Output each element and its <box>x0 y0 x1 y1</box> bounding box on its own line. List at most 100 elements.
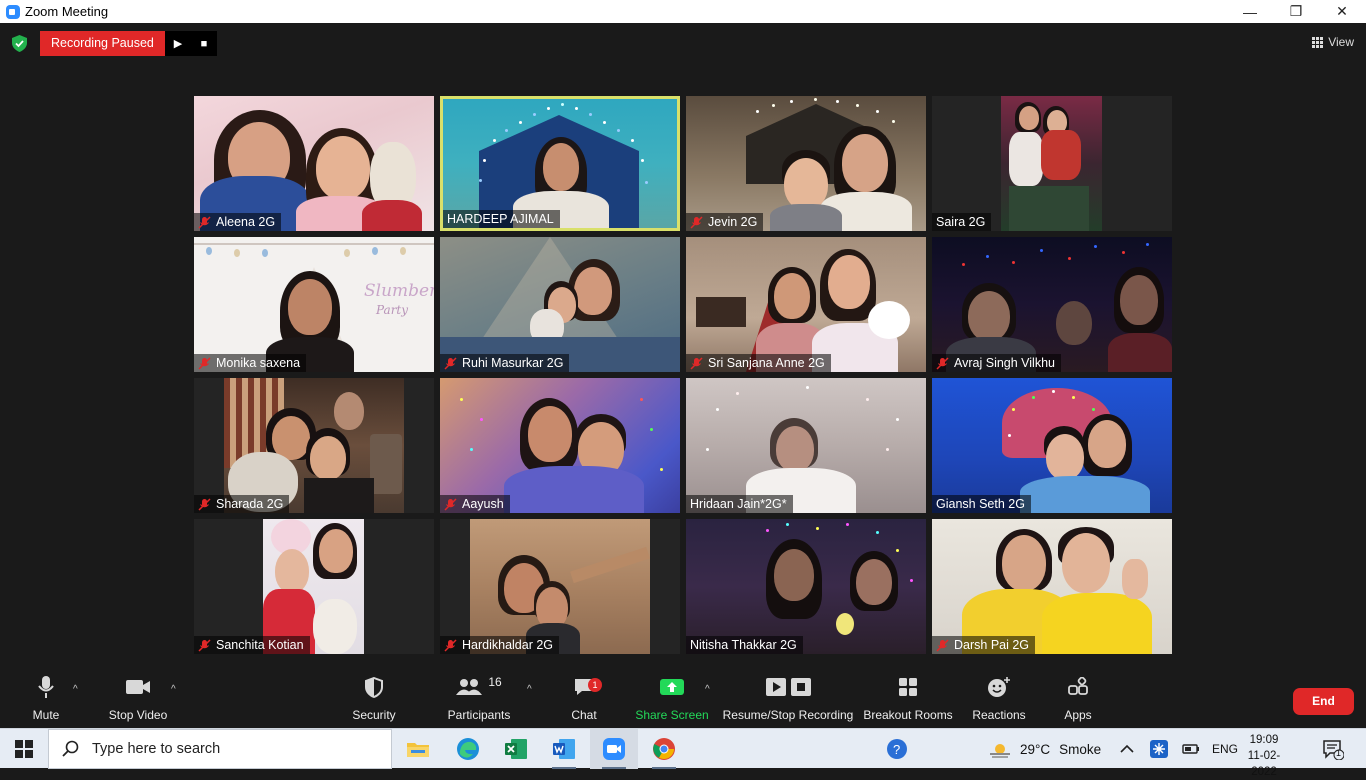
participants-button[interactable]: 16 Participants <box>444 672 514 728</box>
windows-taskbar: Type here to search ? 29°C Smoke ENG 19:… <box>0 728 1366 778</box>
edge-taskbar-button[interactable] <box>444 729 492 769</box>
meeting-toolbar: Mute ^ Stop Video ^ Security 16 Particip… <box>0 672 1366 728</box>
mute-button[interactable]: Mute <box>26 672 66 728</box>
zoom-icon <box>603 738 625 760</box>
participants-options-chevron-icon[interactable]: ^ <box>527 684 532 695</box>
chat-label: Chat <box>571 708 597 722</box>
participant-tile[interactable]: Sanchita Kotian <box>194 519 434 654</box>
participant-tile[interactable]: Darsh Pai 2G <box>932 519 1172 654</box>
participant-tile[interactable]: Sri Sanjana Anne 2G <box>686 237 926 372</box>
participant-video <box>263 519 364 654</box>
video-options-chevron-icon[interactable]: ^ <box>171 684 176 695</box>
muted-mic-icon <box>690 356 703 370</box>
participant-video <box>440 237 680 372</box>
participant-video <box>932 378 1172 513</box>
stop-video-button[interactable]: Stop Video <box>104 672 172 728</box>
file-explorer-taskbar-button[interactable] <box>394 729 442 769</box>
start-button[interactable] <box>0 729 48 769</box>
view-label: View <box>1328 35 1354 49</box>
participant-name-label: Sanchita Kotian <box>194 636 310 654</box>
weather-widget[interactable]: 29°C Smoke <box>988 729 1101 769</box>
help-tray-icon[interactable]: ? <box>886 729 908 769</box>
stop-video-label: Stop Video <box>108 708 168 722</box>
participant-tile[interactable]: Slumber Party Monika saxena <box>194 237 434 372</box>
participant-name-label: Aleena 2G <box>194 213 282 231</box>
share-options-chevron-icon[interactable]: ^ <box>705 684 710 695</box>
maximize-button[interactable]: ❐ <box>1273 0 1319 23</box>
participant-name-label: HARDEEP AJIMAL <box>443 210 560 228</box>
chrome-icon <box>653 738 675 760</box>
reactions-button[interactable]: Reactions <box>970 672 1028 728</box>
zoom-taskbar-button[interactable] <box>590 729 638 769</box>
snowflake-tray-icon[interactable] <box>1150 729 1168 769</box>
clock-time: 19:09 <box>1249 734 1279 746</box>
participant-name-label: Sharada 2G <box>194 495 290 513</box>
fairy-lights <box>443 99 677 228</box>
participant-tile[interactable]: Hardikhaldar 2G <box>440 519 680 654</box>
participant-name-label: Sri Sanjana Anne 2G <box>686 354 831 372</box>
share-screen-label: Share Screen <box>635 708 709 722</box>
participant-tile[interactable]: Avraj Singh Vilkhu <box>932 237 1172 372</box>
view-button[interactable]: View <box>1312 35 1354 49</box>
participant-tile[interactable]: Nitisha Thakkar 2G <box>686 519 926 654</box>
participant-tile[interactable]: Giansh Seth 2G <box>932 378 1172 513</box>
encryption-shield-icon[interactable] <box>12 35 27 52</box>
svg-text:?: ? <box>893 742 900 757</box>
word-taskbar-button[interactable] <box>540 729 588 769</box>
excel-taskbar-button[interactable] <box>492 729 540 769</box>
recording-status-label: Recording Paused <box>40 31 165 56</box>
chrome-taskbar-button[interactable] <box>640 729 688 769</box>
share-screen-button[interactable]: Share Screen <box>635 672 709 728</box>
participant-name-label: Saira 2G <box>932 213 992 231</box>
security-button[interactable]: Security <box>346 672 402 728</box>
participant-tile[interactable]: Jevin 2G <box>686 96 926 231</box>
participant-tile[interactable]: Aayush <box>440 378 680 513</box>
participant-name-label: Ruhi Masurkar 2G <box>440 354 570 372</box>
stop-recording-button[interactable]: ■ <box>191 31 217 56</box>
search-placeholder: Type here to search <box>92 741 221 757</box>
participant-video <box>932 237 1172 372</box>
record-controls-icon <box>765 672 812 702</box>
security-label: Security <box>352 708 396 722</box>
clock-date: 11-02-2022 <box>1247 750 1281 778</box>
participant-tile[interactable]: Ruhi Masurkar 2G <box>440 237 680 372</box>
participant-name-label: Hridaan Jain*2G* <box>686 495 793 513</box>
battery-icon[interactable] <box>1182 729 1200 769</box>
chat-notification-badge: 1 <box>588 678 602 692</box>
system-clock[interactable]: 19:09 11-02-2022 <box>1236 732 1292 780</box>
participant-tile[interactable]: Sharada 2G <box>194 378 434 513</box>
participant-video <box>443 99 677 228</box>
participant-name-label: Giansh Seth 2G <box>932 495 1031 513</box>
window-title: Zoom Meeting <box>25 4 109 19</box>
resume-recording-button[interactable]: ▶ <box>165 31 191 56</box>
muted-mic-icon <box>198 497 211 511</box>
taskbar-search-box[interactable]: Type here to search <box>48 729 392 769</box>
slide-subtitle: Party <box>376 303 409 317</box>
participant-tile-active-speaker[interactable]: HARDEEP AJIMAL <box>440 96 680 231</box>
participant-video <box>686 378 926 513</box>
recording-controls: Recording Paused ▶ ■ <box>40 31 217 56</box>
participant-tile[interactable]: Saira 2G <box>932 96 1172 231</box>
audio-options-chevron-icon[interactable]: ^ <box>73 684 78 695</box>
muted-mic-icon <box>690 215 703 229</box>
apps-icon <box>1068 672 1088 702</box>
end-meeting-button[interactable]: End <box>1293 688 1354 715</box>
weather-haze-icon <box>990 744 1010 758</box>
participant-name-label: Hardikhaldar 2G <box>440 636 560 654</box>
participant-video <box>224 378 404 513</box>
resume-stop-recording-button[interactable]: Resume/Stop Recording <box>722 672 854 728</box>
participant-tile[interactable]: Hridaan Jain*2G* <box>686 378 926 513</box>
help-icon: ? <box>887 739 907 759</box>
minimize-button[interactable]: — <box>1227 0 1273 23</box>
participant-video <box>932 519 1172 654</box>
weather-description: Smoke <box>1059 741 1102 757</box>
notification-center-button[interactable]: 1 <box>1322 729 1344 769</box>
meeting-top-bar: Recording Paused ▶ ■ View <box>0 23 1366 65</box>
participant-video <box>194 96 434 231</box>
breakout-rooms-button[interactable]: Breakout Rooms <box>862 672 954 728</box>
show-hidden-icons-chevron-icon[interactable] <box>1120 729 1134 769</box>
language-indicator[interactable]: ENG <box>1212 729 1238 769</box>
apps-button[interactable]: Apps <box>1058 672 1098 728</box>
participant-tile[interactable]: Aleena 2G <box>194 96 434 231</box>
close-button[interactable]: ✕ <box>1319 0 1365 23</box>
